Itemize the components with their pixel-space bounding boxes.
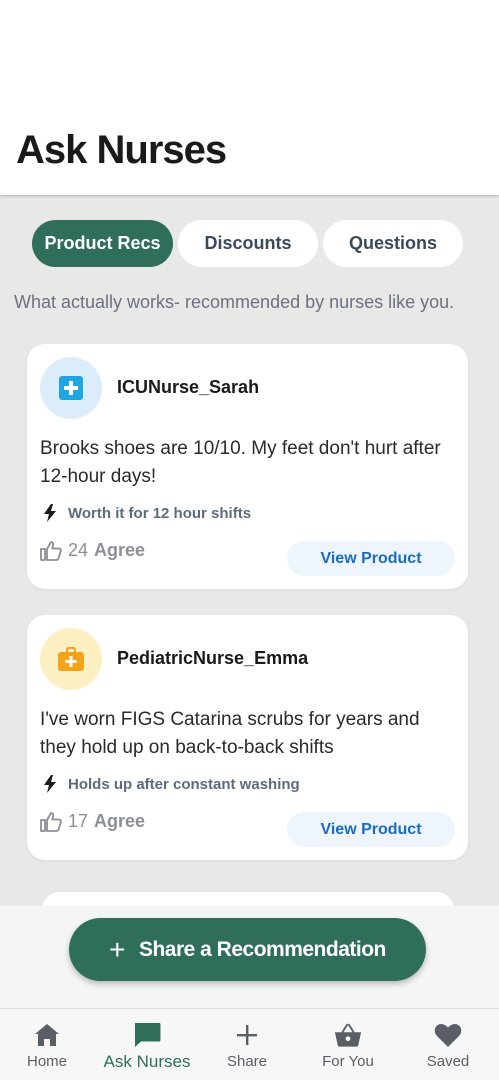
tab-discounts[interactable]: Discounts [178, 220, 318, 267]
nav-label: For You [322, 1053, 374, 1070]
tab-questions[interactable]: Questions [323, 220, 463, 267]
nav-item-ask-nurses[interactable]: Ask Nurses [97, 1009, 197, 1080]
recommendation-card: PediatricNurse_Emma I've worn FIGS Catar… [27, 615, 468, 860]
agree-count: 17 [68, 811, 89, 831]
page-title: Ask Nurses [16, 128, 227, 172]
avatar [40, 628, 102, 690]
post-tag: Worth it for 12 hour shifts [68, 505, 252, 522]
medical-cross-icon [59, 376, 83, 400]
agree-button[interactable]: 17 Agree [40, 811, 145, 832]
medical-bag-icon [58, 647, 84, 671]
lightning-icon [44, 504, 56, 522]
nav-label: Share [226, 1053, 268, 1070]
recommendation-card: ICUNurse_Sarah Brooks shoes are 10/10. M… [27, 344, 468, 589]
nav-item-share[interactable]: Share [197, 1009, 297, 1080]
agree-label: Agree [94, 540, 146, 560]
app-header: Ask Nurses [0, 0, 499, 195]
username[interactable]: PediatricNurse_Emma [117, 648, 308, 669]
view-product-button[interactable]: View Product [287, 541, 455, 576]
post-text: Brooks shoes are 10/10. My feet don't hu… [40, 438, 441, 487]
basket-icon [334, 1022, 362, 1048]
lightning-icon [44, 775, 56, 793]
section-subtitle: What actually works- recommended by nurs… [14, 292, 455, 312]
username[interactable]: ICUNurse_Sarah [117, 377, 259, 398]
agree-label: Agree [94, 811, 146, 831]
nav-label: Home [26, 1053, 67, 1070]
thumbs-up-icon [40, 540, 62, 561]
agree-count: 24 [68, 540, 89, 560]
plus-icon [233, 1022, 261, 1048]
tab-product-recs[interactable]: Product Recs [32, 220, 173, 267]
chat-icon [133, 1022, 161, 1048]
nav-label: Saved [426, 1053, 470, 1070]
view-product-button[interactable]: View Product [287, 812, 455, 847]
nav-label: Ask Nurses [103, 1052, 191, 1071]
nav-item-saved[interactable]: Saved [398, 1009, 498, 1080]
nav-item-for-you[interactable]: For You [298, 1009, 398, 1080]
heart-icon [434, 1022, 462, 1048]
share-recommendation-button[interactable]: + Share a Recommendation [69, 918, 426, 981]
share-area: + Share a Recommendation [0, 906, 499, 1008]
plus-icon: + [109, 933, 125, 965]
nav-item-home[interactable]: Home [0, 1009, 97, 1080]
home-icon [33, 1022, 61, 1048]
thumbs-up-icon [40, 811, 62, 832]
agree-button[interactable]: 24 Agree [40, 540, 145, 561]
post-text: I've worn FIGS Catarina scrubs for years… [40, 709, 420, 758]
bottom-nav: Home Ask Nurses Share For You Saved [0, 1008, 499, 1080]
avatar [40, 357, 102, 419]
post-tag: Holds up after constant washing [68, 776, 300, 793]
share-recommendation-label: Share a Recommendation [138, 937, 386, 961]
